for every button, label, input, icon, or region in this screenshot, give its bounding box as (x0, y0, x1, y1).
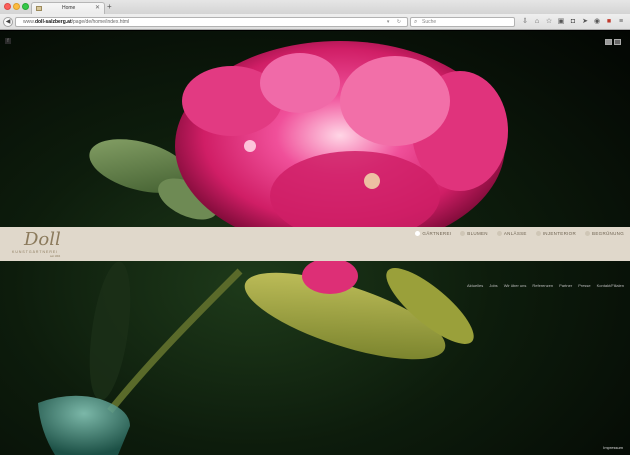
sub-nav-ueber-uns[interactable]: Wir über uns (504, 283, 527, 288)
logo-year: seit 1904 (50, 255, 61, 258)
site-logo[interactable]: Doll (24, 229, 61, 250)
main-nav: GÄRTNEREI BLUMEN ANLÄSSE INJENTERIOR BEG… (415, 231, 624, 236)
sub-nav: Aktuelles Jobs Wir über uns Referenzen P… (0, 283, 624, 288)
new-tab-button[interactable]: + (107, 3, 112, 11)
sub-nav-partner[interactable]: Partner (559, 283, 572, 288)
nav-bullet-icon (535, 231, 541, 236)
browser-nav-bar: ◀ www.doll-salzberg.at/page/de/home/inde… (0, 14, 630, 30)
logo-subtitle: KUNSTGÄRTNEREI (12, 250, 59, 254)
nav-item-begruenung[interactable]: BEGRÜNUNG (585, 231, 624, 236)
sub-nav-presse[interactable]: Presse (578, 283, 590, 288)
favicon-icon (36, 6, 42, 11)
home-icon[interactable]: ⌂ (533, 18, 541, 26)
tab-title: Home (62, 5, 76, 11)
bookmark-star-icon[interactable]: ☆ (545, 18, 553, 26)
tab-close-icon[interactable]: ✕ (95, 4, 100, 11)
nav-bullet-icon (496, 231, 502, 236)
maximize-window-button[interactable] (22, 3, 29, 10)
search-placeholder: Suche (422, 19, 437, 25)
browser-tab[interactable]: Home ✕ (31, 2, 105, 14)
url-actions-icon[interactable]: ▾ ↻ (387, 19, 404, 25)
sub-nav-referenzen[interactable]: Referenzen (532, 283, 553, 288)
language-en-icon[interactable] (614, 39, 621, 45)
addon-icon[interactable]: ■ (605, 18, 613, 26)
browser-toolbar: ⇩ ⌂ ☆ ▣ ◘ ➤ ◉ ■ ≡ (521, 17, 625, 27)
minimize-window-button[interactable] (13, 3, 20, 10)
menu-icon[interactable]: ≡ (617, 18, 625, 26)
back-button[interactable]: ◀ (3, 17, 13, 27)
nav-item-blumen[interactable]: BLUMEN (460, 231, 488, 236)
download-icon[interactable]: ⇩ (521, 18, 529, 26)
search-icon: ⌕ (414, 19, 418, 25)
browser-tab-bar: Home ✕ + (0, 0, 630, 14)
nav-item-anlaesse[interactable]: ANLÄSSE (496, 231, 527, 236)
screenshot-icon[interactable]: ▣ (557, 18, 565, 26)
nav-bullet-icon (460, 231, 466, 236)
sub-nav-jobs[interactable]: Jobs (489, 283, 497, 288)
sub-nav-aktuelles[interactable]: Aktuelles (467, 283, 483, 288)
page-content: f Doll KUNSTGÄRTNEREI seit 1904 GÄRTNERE… (0, 31, 630, 455)
close-window-button[interactable] (4, 3, 11, 10)
site-header: Doll KUNSTGÄRTNEREI seit 1904 GÄRTNEREI … (0, 227, 630, 261)
facebook-icon[interactable]: f (5, 38, 11, 44)
nav-bullet-icon (585, 231, 591, 236)
language-de-icon[interactable] (605, 39, 612, 45)
send-icon[interactable]: ➤ (581, 18, 589, 26)
search-bar[interactable]: ⌕ Suche (410, 17, 515, 27)
sub-nav-kontakt[interactable]: Kontakt/Filialen (597, 283, 624, 288)
sync-icon[interactable]: ◉ (593, 18, 601, 26)
pocket-icon[interactable]: ◘ (569, 18, 577, 26)
nav-item-gaertnerei[interactable]: GÄRTNEREI (415, 231, 451, 236)
nav-item-interior[interactable]: INJENTERIOR (535, 231, 576, 236)
url-bar[interactable]: www.doll-salzberg.at/page/de/home/index.… (15, 17, 408, 27)
nav-bullet-icon (415, 231, 421, 236)
impressum-link[interactable]: Impressum (603, 445, 623, 450)
url-text: www.doll-salzberg.at/page/de/home/index.… (23, 19, 130, 25)
